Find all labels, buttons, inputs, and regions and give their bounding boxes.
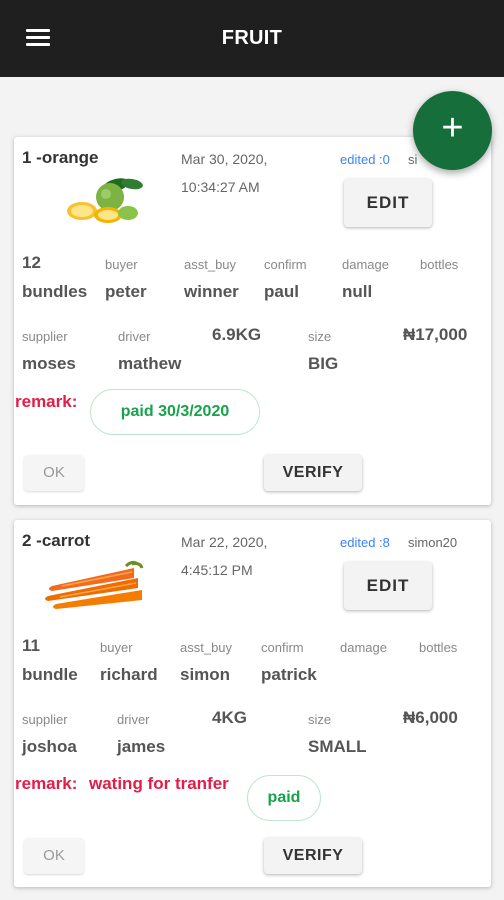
damage-value: null [342,282,373,301]
price-value: ₦17,000 [403,325,468,344]
quantity: 11 [22,636,40,655]
confirm-value: patrick [261,665,317,684]
supplier-label: supplier [22,329,68,344]
size-label: size [308,712,332,727]
fruit-card-orange: 1 -orange Mar 30, 2020, 10:34:27 AM edit… [14,137,491,505]
date-line: Mar 22, 2020, [181,534,268,550]
quantity-unit: bundle [22,665,78,684]
remark-label: remark: [15,392,78,411]
bottles-label: bottles [419,640,458,655]
confirm-label: confirm [261,640,304,655]
supplier-value: joshoa [22,737,77,756]
weight-value: 4KG [212,708,247,727]
driver-value: mathew [118,354,182,373]
edited-count: edited :0 [340,152,390,167]
driver-label: driver [117,712,150,727]
confirm-value: paul [264,282,299,301]
buyer-label: buyer [100,640,133,655]
size-value: SMALL [308,737,367,756]
editor-name: si [408,152,418,167]
orange-image [67,178,143,223]
weight-value: 6.9KG [212,325,262,344]
confirm-label: confirm [264,257,307,272]
status-badge: paid [247,775,321,821]
buyer-value: richard [100,665,158,684]
supplier-label: supplier [22,712,68,727]
size-label: size [308,329,332,344]
page-title: FRUIT [221,27,283,49]
damage-label: damage [342,257,389,272]
size-value: BIG [308,354,339,373]
fruit-card-carrot: 2 -carrot Mar 22, 2020, 4:45:12 PM edite… [14,520,491,887]
ok-button[interactable]: OK [24,838,84,874]
item-title: 2 -carrot [22,531,91,550]
verify-button[interactable]: VERIFY [264,838,362,874]
buyer-value: peter [105,282,147,301]
verify-button[interactable]: VERIFY [264,455,362,491]
asst-buy-value: simon [180,665,231,684]
time-line: 10:34:27 AM [181,179,260,195]
app-bar: FRUIT [0,0,504,77]
editor-name: simon20 [408,535,458,550]
asst-buy-value: winner [184,282,239,301]
ok-button[interactable]: OK [24,455,84,491]
date-line: Mar 30, 2020, [181,151,268,167]
asst-buy-label: asst_buy [180,640,233,655]
remark-label: remark: [15,774,78,793]
quantity: 12 [22,253,41,272]
quantity-unit: bundles [22,282,88,301]
driver-label: driver [118,329,151,344]
asst-buy-label: asst_buy [184,257,237,272]
edited-count: edited :8 [340,535,390,550]
add-button[interactable]: + [413,91,492,170]
damage-label: damage [340,640,387,655]
time-line: 4:45:12 PM [181,562,253,578]
driver-value: james [117,737,166,756]
edit-button[interactable]: EDIT [344,179,432,227]
supplier-value: moses [22,354,76,373]
carrot-image [45,560,144,609]
status-badge: paid 30/3/2020 [90,389,260,435]
item-title: 1 -orange [22,148,99,167]
price-value: ₦6,000 [403,708,458,727]
edit-button[interactable]: EDIT [344,562,432,610]
buyer-label: buyer [105,257,138,272]
bottles-label: bottles [420,257,459,272]
remark-text: wating for tranfer [89,774,229,793]
